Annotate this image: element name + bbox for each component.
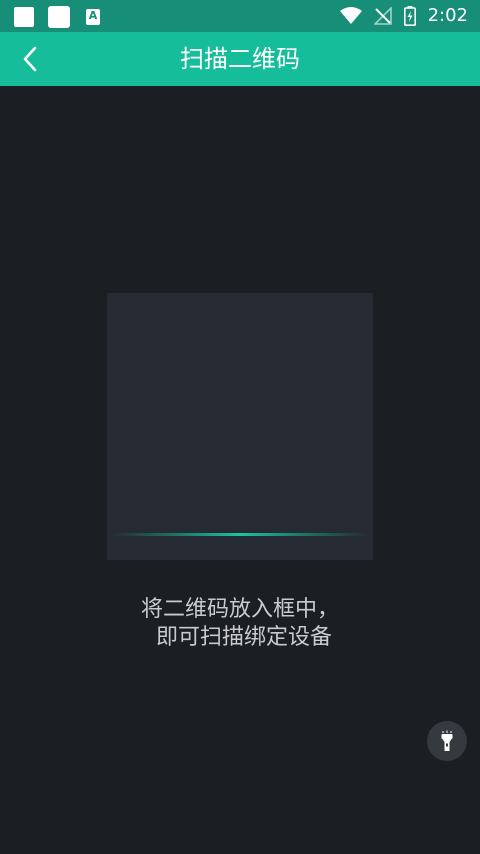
translate-a-icon: A (86, 9, 100, 25)
status-time: 2:02 (427, 5, 468, 26)
flashlight-button[interactable] (427, 721, 467, 761)
scan-hint-line-1: 将二维码放入框中， (140, 597, 339, 622)
status-bar: A 2:02 (0, 0, 480, 32)
status-bar-notifications: A (14, 6, 100, 28)
battery-charging-icon (403, 6, 416, 26)
scan-hint: 将二维码放入框中， 即可扫描绑定设备 (0, 596, 480, 652)
no-signal-icon (373, 7, 392, 25)
app-bar: 扫描二维码 (0, 32, 480, 86)
notification-square-icon (14, 7, 34, 27)
notification-square-icon (48, 6, 70, 28)
flashlight-icon (441, 730, 453, 751)
scan-line (111, 533, 369, 536)
wifi-icon (339, 7, 362, 24)
scan-frame (107, 293, 373, 560)
scan-hint-line-2: 即可扫描绑定设备 (155, 625, 332, 650)
status-bar-system: 2:02 (339, 0, 468, 32)
page-title: 扫描二维码 (180, 45, 300, 73)
chevron-left-icon (23, 46, 37, 72)
back-button[interactable] (8, 37, 52, 81)
